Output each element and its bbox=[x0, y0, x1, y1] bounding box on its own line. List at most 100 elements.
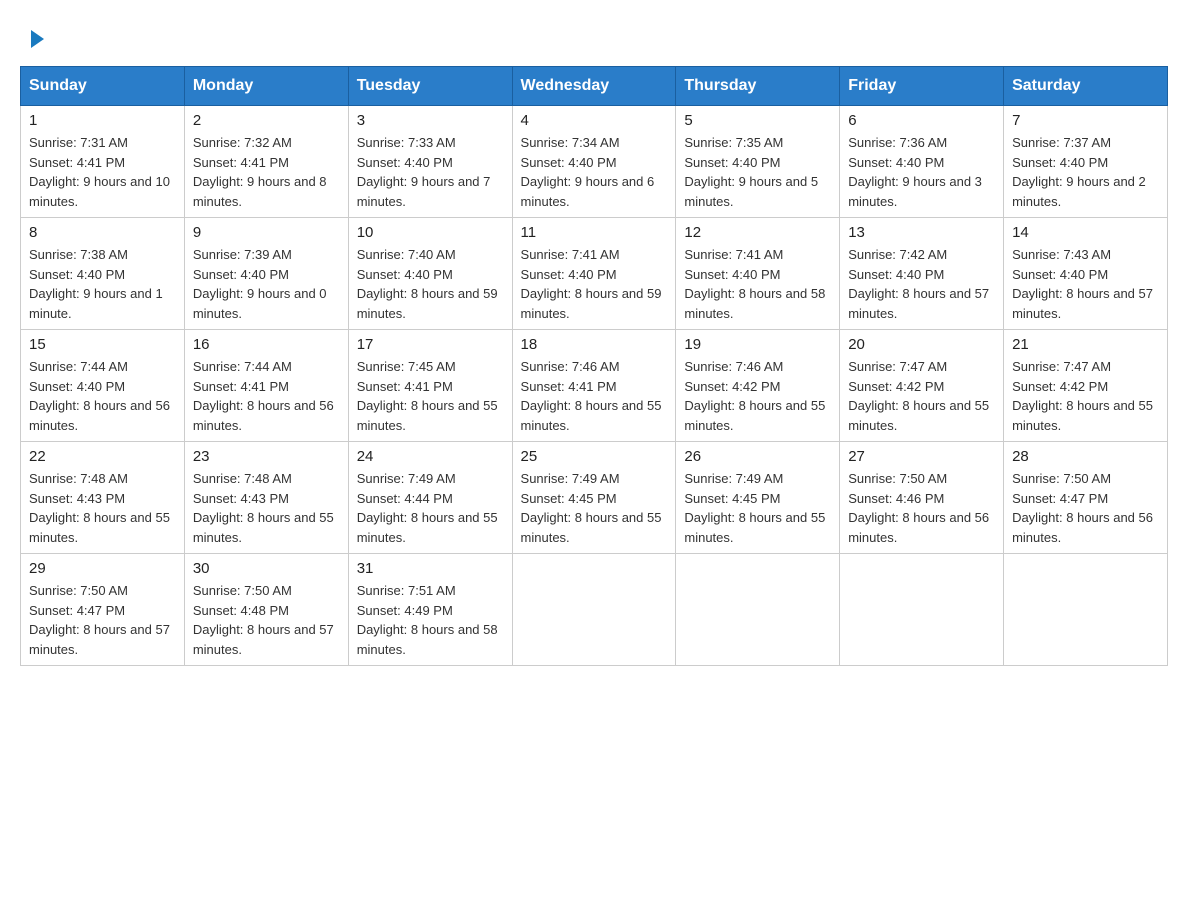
calendar-cell: 19 Sunrise: 7:46 AMSunset: 4:42 PMDaylig… bbox=[676, 330, 840, 442]
day-number: 1 bbox=[29, 112, 176, 129]
day-info: Sunrise: 7:44 AMSunset: 4:40 PMDaylight:… bbox=[29, 357, 176, 435]
day-number: 6 bbox=[848, 112, 995, 129]
day-info: Sunrise: 7:50 AMSunset: 4:47 PMDaylight:… bbox=[29, 581, 176, 659]
day-info: Sunrise: 7:33 AMSunset: 4:40 PMDaylight:… bbox=[357, 133, 504, 211]
calendar-cell: 5 Sunrise: 7:35 AMSunset: 4:40 PMDayligh… bbox=[676, 106, 840, 218]
calendar-week-row: 29 Sunrise: 7:50 AMSunset: 4:47 PMDaylig… bbox=[21, 554, 1168, 666]
calendar-cell: 1 Sunrise: 7:31 AMSunset: 4:41 PMDayligh… bbox=[21, 106, 185, 218]
day-info: Sunrise: 7:47 AMSunset: 4:42 PMDaylight:… bbox=[848, 357, 995, 435]
day-number: 19 bbox=[684, 336, 831, 353]
day-number: 9 bbox=[193, 224, 340, 241]
day-number: 10 bbox=[357, 224, 504, 241]
calendar-cell: 4 Sunrise: 7:34 AMSunset: 4:40 PMDayligh… bbox=[512, 106, 676, 218]
day-info: Sunrise: 7:35 AMSunset: 4:40 PMDaylight:… bbox=[684, 133, 831, 211]
day-info: Sunrise: 7:49 AMSunset: 4:45 PMDaylight:… bbox=[521, 469, 668, 547]
day-number: 29 bbox=[29, 560, 176, 577]
calendar-cell bbox=[676, 554, 840, 666]
day-info: Sunrise: 7:48 AMSunset: 4:43 PMDaylight:… bbox=[29, 469, 176, 547]
calendar-cell: 2 Sunrise: 7:32 AMSunset: 4:41 PMDayligh… bbox=[184, 106, 348, 218]
calendar-cell: 14 Sunrise: 7:43 AMSunset: 4:40 PMDaylig… bbox=[1004, 218, 1168, 330]
day-info: Sunrise: 7:37 AMSunset: 4:40 PMDaylight:… bbox=[1012, 133, 1159, 211]
calendar-week-row: 15 Sunrise: 7:44 AMSunset: 4:40 PMDaylig… bbox=[21, 330, 1168, 442]
calendar-cell: 30 Sunrise: 7:50 AMSunset: 4:48 PMDaylig… bbox=[184, 554, 348, 666]
day-number: 28 bbox=[1012, 448, 1159, 465]
day-info: Sunrise: 7:38 AMSunset: 4:40 PMDaylight:… bbox=[29, 245, 176, 323]
day-info: Sunrise: 7:40 AMSunset: 4:40 PMDaylight:… bbox=[357, 245, 504, 323]
day-info: Sunrise: 7:50 AMSunset: 4:48 PMDaylight:… bbox=[193, 581, 340, 659]
calendar-header-wednesday: Wednesday bbox=[512, 67, 676, 106]
calendar-cell: 31 Sunrise: 7:51 AMSunset: 4:49 PMDaylig… bbox=[348, 554, 512, 666]
calendar-header-monday: Monday bbox=[184, 67, 348, 106]
day-number: 31 bbox=[357, 560, 504, 577]
day-number: 8 bbox=[29, 224, 176, 241]
calendar-header-friday: Friday bbox=[840, 67, 1004, 106]
calendar-cell: 25 Sunrise: 7:49 AMSunset: 4:45 PMDaylig… bbox=[512, 442, 676, 554]
day-info: Sunrise: 7:48 AMSunset: 4:43 PMDaylight:… bbox=[193, 469, 340, 547]
day-number: 26 bbox=[684, 448, 831, 465]
day-number: 22 bbox=[29, 448, 176, 465]
day-number: 4 bbox=[521, 112, 668, 129]
day-number: 18 bbox=[521, 336, 668, 353]
day-info: Sunrise: 7:46 AMSunset: 4:42 PMDaylight:… bbox=[684, 357, 831, 435]
calendar-cell: 15 Sunrise: 7:44 AMSunset: 4:40 PMDaylig… bbox=[21, 330, 185, 442]
day-info: Sunrise: 7:34 AMSunset: 4:40 PMDaylight:… bbox=[521, 133, 668, 211]
day-number: 5 bbox=[684, 112, 831, 129]
calendar-cell: 21 Sunrise: 7:47 AMSunset: 4:42 PMDaylig… bbox=[1004, 330, 1168, 442]
calendar-header-thursday: Thursday bbox=[676, 67, 840, 106]
day-info: Sunrise: 7:41 AMSunset: 4:40 PMDaylight:… bbox=[684, 245, 831, 323]
calendar-cell: 17 Sunrise: 7:45 AMSunset: 4:41 PMDaylig… bbox=[348, 330, 512, 442]
day-info: Sunrise: 7:50 AMSunset: 4:47 PMDaylight:… bbox=[1012, 469, 1159, 547]
calendar-header-row: SundayMondayTuesdayWednesdayThursdayFrid… bbox=[21, 67, 1168, 106]
day-info: Sunrise: 7:51 AMSunset: 4:49 PMDaylight:… bbox=[357, 581, 504, 659]
calendar-cell: 3 Sunrise: 7:33 AMSunset: 4:40 PMDayligh… bbox=[348, 106, 512, 218]
calendar-week-row: 8 Sunrise: 7:38 AMSunset: 4:40 PMDayligh… bbox=[21, 218, 1168, 330]
calendar-cell: 27 Sunrise: 7:50 AMSunset: 4:46 PMDaylig… bbox=[840, 442, 1004, 554]
day-number: 7 bbox=[1012, 112, 1159, 129]
calendar-table: SundayMondayTuesdayWednesdayThursdayFrid… bbox=[20, 66, 1168, 666]
day-number: 25 bbox=[521, 448, 668, 465]
day-info: Sunrise: 7:39 AMSunset: 4:40 PMDaylight:… bbox=[193, 245, 340, 323]
day-number: 12 bbox=[684, 224, 831, 241]
calendar-header-saturday: Saturday bbox=[1004, 67, 1168, 106]
calendar-week-row: 1 Sunrise: 7:31 AMSunset: 4:41 PMDayligh… bbox=[21, 106, 1168, 218]
day-number: 14 bbox=[1012, 224, 1159, 241]
calendar-cell: 6 Sunrise: 7:36 AMSunset: 4:40 PMDayligh… bbox=[840, 106, 1004, 218]
day-number: 3 bbox=[357, 112, 504, 129]
calendar-cell bbox=[840, 554, 1004, 666]
logo-arrow-icon bbox=[31, 30, 44, 48]
day-info: Sunrise: 7:46 AMSunset: 4:41 PMDaylight:… bbox=[521, 357, 668, 435]
day-number: 24 bbox=[357, 448, 504, 465]
day-number: 13 bbox=[848, 224, 995, 241]
calendar-cell: 13 Sunrise: 7:42 AMSunset: 4:40 PMDaylig… bbox=[840, 218, 1004, 330]
day-number: 23 bbox=[193, 448, 340, 465]
calendar-cell: 18 Sunrise: 7:46 AMSunset: 4:41 PMDaylig… bbox=[512, 330, 676, 442]
calendar-cell: 26 Sunrise: 7:49 AMSunset: 4:45 PMDaylig… bbox=[676, 442, 840, 554]
calendar-cell: 9 Sunrise: 7:39 AMSunset: 4:40 PMDayligh… bbox=[184, 218, 348, 330]
day-info: Sunrise: 7:50 AMSunset: 4:46 PMDaylight:… bbox=[848, 469, 995, 547]
calendar-week-row: 22 Sunrise: 7:48 AMSunset: 4:43 PMDaylig… bbox=[21, 442, 1168, 554]
day-info: Sunrise: 7:31 AMSunset: 4:41 PMDaylight:… bbox=[29, 133, 176, 211]
day-number: 2 bbox=[193, 112, 340, 129]
day-info: Sunrise: 7:47 AMSunset: 4:42 PMDaylight:… bbox=[1012, 357, 1159, 435]
calendar-cell bbox=[512, 554, 676, 666]
calendar-cell: 7 Sunrise: 7:37 AMSunset: 4:40 PMDayligh… bbox=[1004, 106, 1168, 218]
day-number: 16 bbox=[193, 336, 340, 353]
calendar-header-sunday: Sunday bbox=[21, 67, 185, 106]
calendar-cell: 16 Sunrise: 7:44 AMSunset: 4:41 PMDaylig… bbox=[184, 330, 348, 442]
day-info: Sunrise: 7:43 AMSunset: 4:40 PMDaylight:… bbox=[1012, 245, 1159, 323]
calendar-cell: 23 Sunrise: 7:48 AMSunset: 4:43 PMDaylig… bbox=[184, 442, 348, 554]
day-info: Sunrise: 7:42 AMSunset: 4:40 PMDaylight:… bbox=[848, 245, 995, 323]
day-number: 30 bbox=[193, 560, 340, 577]
day-info: Sunrise: 7:32 AMSunset: 4:41 PMDaylight:… bbox=[193, 133, 340, 211]
day-info: Sunrise: 7:36 AMSunset: 4:40 PMDaylight:… bbox=[848, 133, 995, 211]
day-number: 15 bbox=[29, 336, 176, 353]
calendar-cell: 28 Sunrise: 7:50 AMSunset: 4:47 PMDaylig… bbox=[1004, 442, 1168, 554]
day-number: 11 bbox=[521, 224, 668, 241]
day-info: Sunrise: 7:45 AMSunset: 4:41 PMDaylight:… bbox=[357, 357, 504, 435]
day-info: Sunrise: 7:44 AMSunset: 4:41 PMDaylight:… bbox=[193, 357, 340, 435]
calendar-cell: 8 Sunrise: 7:38 AMSunset: 4:40 PMDayligh… bbox=[21, 218, 185, 330]
day-number: 20 bbox=[848, 336, 995, 353]
calendar-cell: 12 Sunrise: 7:41 AMSunset: 4:40 PMDaylig… bbox=[676, 218, 840, 330]
calendar-cell: 10 Sunrise: 7:40 AMSunset: 4:40 PMDaylig… bbox=[348, 218, 512, 330]
calendar-cell: 22 Sunrise: 7:48 AMSunset: 4:43 PMDaylig… bbox=[21, 442, 185, 554]
